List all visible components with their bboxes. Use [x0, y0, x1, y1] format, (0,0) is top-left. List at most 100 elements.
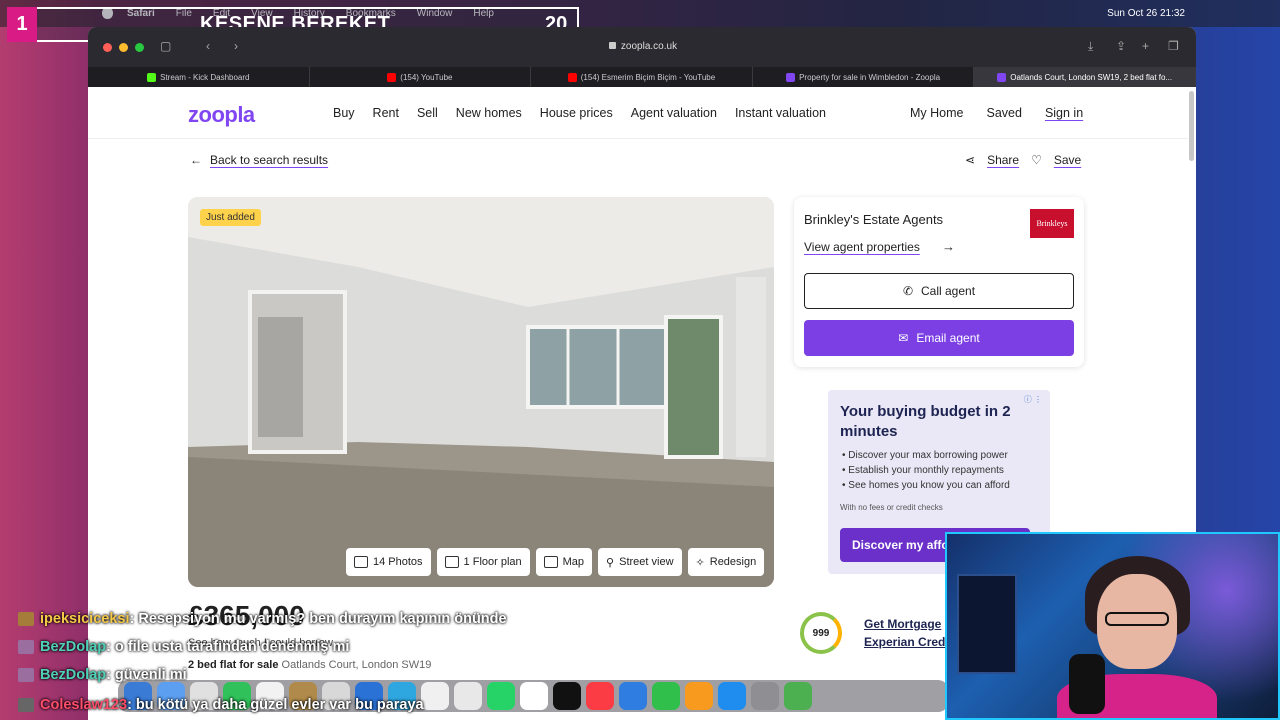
ad-title: Your buying budget in 2 minutes: [840, 403, 1011, 440]
badge-icon: [18, 698, 34, 712]
mortgage-promo[interactable]: 999 Get Mortgage Experian Cred: [792, 607, 952, 667]
tab-label: (154) YouTube: [400, 72, 453, 82]
listing-photo[interactable]: Just added 14 Photos 1 Floor plan Map ⚲ S…: [188, 197, 774, 587]
back-arrow-icon[interactable]: ‹: [206, 40, 220, 52]
pin-icon: ⚲: [606, 556, 615, 569]
chat-message: BezDolap : güvenli mi: [18, 662, 600, 688]
forward-arrow-icon[interactable]: ›: [234, 40, 248, 52]
phone-icon: ✆: [902, 284, 913, 298]
apple-tv-app-icon[interactable]: [553, 682, 581, 710]
heart-icon: ♡: [1031, 153, 1042, 167]
ad-info-icon[interactable]: ⓘ ⋮: [1024, 394, 1042, 405]
close-window-button[interactable]: [103, 43, 112, 52]
image-icon: [354, 556, 368, 568]
mortgage-line-1: Get Mortgage: [864, 617, 942, 631]
nav-house-prices[interactable]: House prices: [540, 106, 613, 120]
street-view-button[interactable]: ⚲ Street view: [598, 548, 682, 576]
redesign-button[interactable]: ✧ Redesign: [687, 548, 765, 576]
window-controls: [103, 43, 144, 52]
tab-zoopla-search[interactable]: Property for sale in Wimbledon - Zoopla: [753, 67, 975, 87]
chat-text: : bu kötü ya daha güzel evler var bu par…: [127, 697, 424, 713]
view-agent-properties-link[interactable]: View agent properties: [804, 240, 920, 254]
zoopla-icon: [786, 72, 796, 82]
nav-sell[interactable]: Sell: [417, 106, 438, 120]
credit-score: 999: [812, 627, 830, 639]
chat-username: BezDolap: [40, 639, 107, 655]
share-toolbar-icon[interactable]: ⇪: [1116, 40, 1130, 52]
nav-rent[interactable]: Rent: [373, 106, 399, 120]
email-agent-button[interactable]: ✉ Email agent: [804, 320, 1074, 356]
download-icon[interactable]: ⤓: [1088, 40, 1102, 52]
chat-message: ipeksiciceksi : Resepsiyon mu varmış? be…: [18, 606, 600, 632]
nav-saved[interactable]: Saved: [986, 106, 1021, 120]
mortgage-link[interactable]: Get Mortgage Experian Cred: [864, 615, 945, 651]
microphone: [1069, 654, 1105, 714]
tab-label: (154) Esmerim Biçim Biçim - YouTube: [580, 72, 716, 82]
call-agent-button[interactable]: ✆ Call agent: [804, 273, 1074, 309]
floor-plan-icon: [444, 556, 459, 568]
ad-benefit: See homes you know you can afford: [842, 478, 1010, 493]
tab-zoopla-listing[interactable]: Oatlands Court, London SW19, 2 bed flat …: [974, 67, 1196, 87]
zoom-window-button[interactable]: [135, 43, 144, 52]
bookshelf: [957, 574, 1017, 674]
agent-logo[interactable]: Brinkleys: [1030, 209, 1074, 238]
minimize-window-button[interactable]: [119, 43, 128, 52]
ad-benefits-list: Discover your max borrowing power Establ…: [842, 448, 1010, 493]
sidebar-toggle-icon[interactable]: ▢: [160, 40, 174, 52]
youtube-icon: [387, 72, 397, 82]
pages-app-icon[interactable]: [685, 682, 713, 710]
address-url: zoopla.co.uk: [620, 41, 678, 52]
chrome-app-icon[interactable]: [421, 682, 449, 710]
system-settings-app-icon[interactable]: [751, 682, 779, 710]
tab-overview-icon[interactable]: ❐: [1168, 40, 1182, 52]
badge-icon: [18, 668, 34, 682]
back-to-results-link[interactable]: ← Back to search results: [190, 153, 328, 167]
tab-youtube-video[interactable]: (154) Esmerim Biçim Biçim - YouTube: [531, 67, 753, 87]
kick-icon: [147, 72, 157, 82]
map-button[interactable]: Map: [535, 548, 593, 576]
floor-plan-label: 1 Floor plan: [463, 556, 522, 568]
zoopla-logo[interactable]: zoopla: [188, 102, 255, 128]
address-bar[interactable]: zoopla.co.uk: [408, 37, 878, 57]
sign-in-link[interactable]: Sign in: [1045, 106, 1083, 120]
photo-action-bar: 14 Photos 1 Floor plan Map ⚲ Street view …: [346, 548, 765, 576]
youtube-icon: [567, 72, 577, 82]
listing-address: Oatlands Court, London SW19: [281, 659, 432, 671]
keynote-app-icon[interactable]: [619, 682, 647, 710]
page-scrollbar[interactable]: [1189, 91, 1194, 161]
nav-instant-valuation[interactable]: Instant valuation: [735, 106, 826, 120]
account-nav: My Home Saved Sign in: [910, 106, 1106, 120]
share-button[interactable]: Share: [987, 153, 1019, 167]
nav-new-homes[interactable]: New homes: [456, 106, 522, 120]
chat-text: : Resepsiyon mu varmış? ben durayım kapı…: [129, 611, 507, 627]
email-agent-label: Email agent: [916, 331, 980, 345]
photos-button[interactable]: 14 Photos: [346, 548, 431, 576]
new-tab-icon[interactable]: +: [1142, 40, 1156, 52]
finder-app-icon[interactable]: [454, 682, 482, 710]
zoopla-icon: [997, 72, 1007, 82]
tab-label: Property for sale in Wimbledon - Zoopla: [799, 72, 941, 82]
numbers-app-icon[interactable]: [652, 682, 680, 710]
chat-username: ipeksiciceksi: [40, 611, 130, 627]
freeform-app-icon[interactable]: [520, 682, 548, 710]
envelope-icon: ✉: [898, 331, 909, 345]
tab-bar: Stream - Kick Dashboard (154) YouTube (1…: [88, 67, 1196, 87]
share-icon: ⋖: [965, 153, 976, 167]
tab-kick-dashboard[interactable]: Stream - Kick Dashboard: [88, 67, 310, 87]
save-button[interactable]: Save: [1054, 153, 1081, 167]
stream-goal-number: 1: [7, 7, 37, 42]
app-store-app-icon[interactable]: [718, 682, 746, 710]
map-label: Map: [562, 556, 585, 568]
whatsapp-app-icon[interactable]: [487, 682, 515, 710]
back-label: Back to search results: [210, 153, 329, 167]
nav-agent-valuation[interactable]: Agent valuation: [631, 106, 717, 120]
music-app-icon[interactable]: [586, 682, 614, 710]
floor-plan-button[interactable]: 1 Floor plan: [436, 548, 530, 576]
nav-buy[interactable]: Buy: [333, 106, 355, 120]
game-app-icon[interactable]: [784, 682, 812, 710]
sparkle-icon: ✧: [695, 556, 705, 569]
menubar-clock[interactable]: Sun Oct 26 21:32: [1107, 8, 1185, 19]
just-added-badge: Just added: [200, 209, 261, 226]
nav-my-home[interactable]: My Home: [910, 106, 963, 120]
tab-youtube[interactable]: (154) YouTube: [310, 67, 532, 87]
